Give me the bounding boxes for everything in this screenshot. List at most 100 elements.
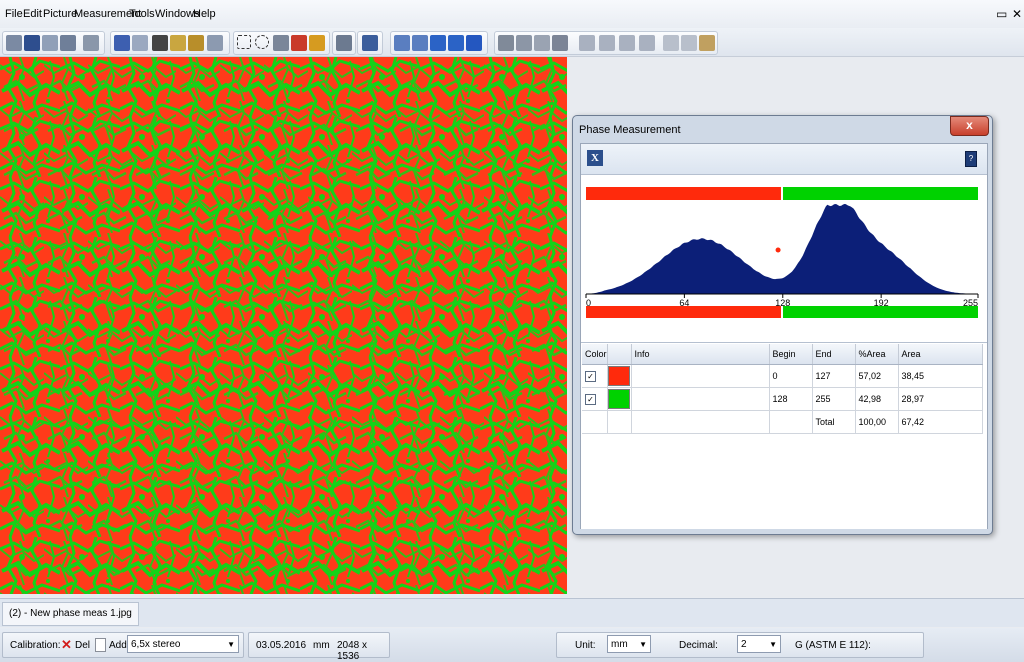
col-pct-area[interactable]: %Area — [855, 344, 899, 365]
phase-bar-bottom-red[interactable] — [586, 306, 781, 318]
pct-area-cell: 57,02 — [855, 364, 899, 388]
pan-icon[interactable] — [448, 35, 464, 51]
row-checkbox-cell: ✓ — [582, 364, 608, 388]
empty-cell — [582, 410, 608, 434]
col-end[interactable]: End — [812, 344, 856, 365]
add-icon[interactable] — [95, 638, 106, 652]
table-icon[interactable] — [534, 35, 550, 51]
zoom-out-icon[interactable] — [412, 35, 428, 51]
close-window-icon[interactable]: ✕ — [1012, 7, 1022, 21]
date-text: 03.05.2016 — [256, 640, 307, 651]
print-icon[interactable] — [60, 35, 76, 51]
table-row[interactable]: ✓ 0 127 57,02 38,45 — [582, 364, 983, 388]
col-swatch — [607, 344, 632, 365]
menu-tools[interactable]: Tools — [129, 8, 155, 20]
color-swatch[interactable] — [607, 389, 630, 409]
tool-icon[interactable] — [516, 35, 532, 51]
histogram-svg[interactable]: 0 64 128 192 255 — [581, 175, 987, 343]
lasso-select-icon[interactable] — [273, 35, 289, 51]
row-checkbox-cell: ✓ — [582, 387, 608, 411]
col-info[interactable]: Info — [631, 344, 770, 365]
col-area[interactable]: Area — [898, 344, 983, 365]
paste-icon[interactable] — [188, 35, 204, 51]
phase-toolbar: X ? — [581, 144, 987, 175]
chevron-down-icon: ▼ — [639, 640, 647, 649]
color-swatch[interactable] — [607, 366, 630, 386]
phase-image[interactable] — [0, 57, 567, 594]
phase-bar-bottom-green[interactable] — [783, 306, 978, 318]
excel-export-icon[interactable]: X — [587, 150, 603, 166]
histogram-panel: 0 64 128 192 255 — [581, 175, 987, 343]
layout-icon[interactable] — [362, 35, 378, 51]
menu-file[interactable]: File — [5, 8, 23, 20]
phase-grid: Color Info Begin End %Area Area ✓ 0 127 … — [581, 342, 987, 529]
col-begin[interactable]: Begin — [769, 344, 813, 365]
info-cell — [631, 387, 770, 411]
unit-short-text: mm — [313, 640, 330, 651]
actual-size-icon[interactable] — [466, 35, 482, 51]
row-checkbox[interactable]: ✓ — [585, 370, 596, 382]
open-icon[interactable] — [6, 35, 22, 51]
menu-picture[interactable]: Picture — [43, 8, 77, 20]
measure-icon[interactable] — [498, 35, 514, 51]
toolbar-group-measure — [494, 31, 718, 55]
swatch-cell — [607, 364, 632, 388]
delete-button[interactable]: Del — [75, 640, 90, 651]
pin-icon[interactable] — [291, 35, 307, 51]
document-tab[interactable]: (2) - New phase meas 1.jpg — [2, 602, 139, 626]
properties-icon[interactable] — [83, 35, 99, 51]
window-3-icon[interactable] — [619, 35, 635, 51]
battery-icon[interactable] — [699, 35, 715, 51]
menu-edit[interactable]: Edit — [23, 8, 42, 20]
edit-icon[interactable] — [42, 35, 58, 51]
calibration-dropdown[interactable]: 6,5x stereo ▼ — [127, 635, 239, 653]
delete-icon[interactable]: ✕ — [61, 637, 72, 653]
document-tab-bar: (2) - New phase meas 1.jpg — [0, 598, 1024, 627]
close-button[interactable]: x — [950, 116, 989, 136]
window-1-icon[interactable] — [579, 35, 595, 51]
chevron-down-icon: ▼ — [769, 640, 777, 649]
window-4-icon[interactable] — [639, 35, 655, 51]
add-button[interactable]: Add — [109, 640, 127, 651]
menu-help[interactable]: Help — [193, 8, 216, 20]
undo-icon[interactable] — [114, 35, 130, 51]
cut-icon[interactable] — [152, 35, 168, 51]
total-area: 67,42 — [898, 410, 983, 434]
threshold-marker[interactable] — [775, 247, 781, 253]
phase-overlay-image — [0, 57, 567, 594]
begin-cell: 128 — [769, 387, 813, 411]
histogram-ticks: 0 64 128 192 255 — [585, 294, 979, 308]
total-pct-area: 100,00 — [855, 410, 899, 434]
grid-icon[interactable] — [336, 35, 352, 51]
magic-wand-icon[interactable] — [309, 35, 325, 51]
phase-bar-top-red[interactable] — [586, 187, 781, 200]
ellipse-select-icon[interactable] — [255, 35, 269, 49]
report-icon[interactable] — [552, 35, 568, 51]
phase-table: Color Info Begin End %Area Area ✓ 0 127 … — [582, 344, 983, 434]
gear-icon[interactable] — [663, 35, 679, 51]
zoom-in-icon[interactable] — [394, 35, 410, 51]
window-2-icon[interactable] — [599, 35, 615, 51]
decimal-dropdown[interactable]: 2 ▼ — [737, 635, 781, 653]
table-row[interactable]: ✓ 128 255 42,98 28,97 — [582, 387, 983, 411]
unit-dropdown[interactable]: mm ▼ — [607, 635, 651, 653]
fit-window-icon[interactable] — [430, 35, 446, 51]
rect-select-icon[interactable] — [237, 35, 251, 49]
restore-window-icon[interactable]: ▭ — [996, 7, 1007, 21]
col-color[interactable]: Color — [582, 344, 608, 365]
row-checkbox[interactable]: ✓ — [585, 393, 596, 405]
begin-cell: 0 — [769, 364, 813, 388]
swatch-cell — [607, 387, 632, 411]
chevron-down-icon: ▼ — [227, 640, 235, 649]
redo-icon[interactable] — [132, 35, 148, 51]
camera-icon[interactable] — [681, 35, 697, 51]
help-icon[interactable]: ? — [965, 151, 977, 167]
phase-measurement-window: Phase Measurement x X ? 0 64 128 192 255 Col… — [572, 115, 993, 535]
settings-panel: Unit: mm ▼ Decimal: 2 ▼ G (ASTM E 112): — [556, 632, 924, 658]
toolbar-group-layout — [357, 31, 383, 55]
crop-icon[interactable] — [207, 35, 223, 51]
phase-bar-top-green[interactable] — [783, 187, 978, 200]
save-icon[interactable] — [24, 35, 40, 51]
calibration-value: 6,5x stereo — [131, 639, 181, 650]
copy-icon[interactable] — [170, 35, 186, 51]
